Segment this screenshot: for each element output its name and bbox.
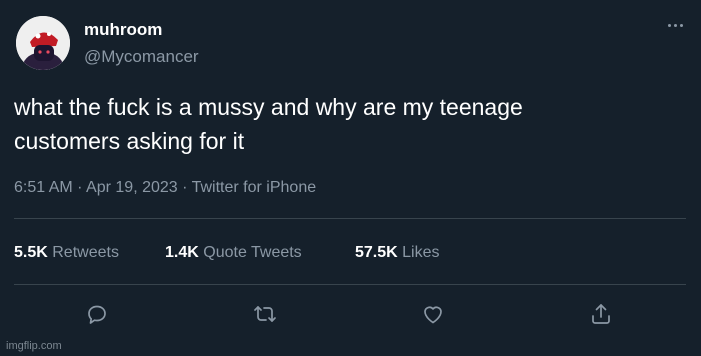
quote-tweets-stat[interactable]: 1.4K Quote Tweets — [165, 244, 302, 262]
retweets-count: 5.5K — [14, 244, 48, 261]
heart-icon — [424, 306, 442, 324]
like-button[interactable] — [419, 300, 447, 328]
tweet-card: muhroom @Mycomancer what the fuck is a m… — [0, 0, 701, 356]
user-handle[interactable]: @Mycomancer — [84, 47, 199, 67]
tweet-time[interactable]: 6:51 AM — [14, 179, 73, 196]
retweets-stat[interactable]: 5.5K Retweets — [14, 244, 119, 262]
tweet-text: what the fuck is a mussy and why are my … — [14, 90, 684, 158]
mushroom-character-avatar-icon — [16, 16, 70, 70]
divider — [14, 218, 686, 219]
meta-separator: · — [72, 179, 87, 196]
meta-separator: · — [177, 179, 192, 196]
quote-tweets-label: Quote Tweets — [203, 244, 302, 261]
avatar[interactable] — [16, 16, 70, 70]
retweets-label: Retweets — [52, 244, 119, 261]
display-name[interactable]: muhroom — [84, 20, 162, 40]
likes-stat[interactable]: 57.5K Likes — [355, 244, 440, 262]
share-icon — [592, 304, 610, 324]
more-options-button[interactable] — [662, 12, 688, 38]
tweet-date[interactable]: Apr 19, 2023 — [86, 179, 178, 196]
retweet-icon — [254, 306, 276, 322]
watermark: imgflip.com — [6, 340, 62, 352]
reply-button[interactable] — [83, 300, 111, 328]
likes-label: Likes — [402, 244, 440, 261]
tweet-source[interactable]: Twitter for iPhone — [192, 179, 317, 196]
tweet-text-line: what the fuck is a mussy and why are my … — [14, 94, 523, 120]
quote-tweets-count: 1.4K — [165, 244, 199, 261]
tweet-text-line: customers asking for it — [14, 128, 245, 154]
divider — [14, 284, 686, 285]
tweet-meta: 6:51 AM · Apr 19, 2023 · Twitter for iPh… — [14, 179, 316, 197]
retweet-button[interactable] — [251, 300, 279, 328]
more-horizontal-icon — [668, 24, 683, 27]
reply-icon — [88, 305, 106, 324]
likes-count: 57.5K — [355, 244, 398, 261]
share-button[interactable] — [587, 300, 615, 328]
